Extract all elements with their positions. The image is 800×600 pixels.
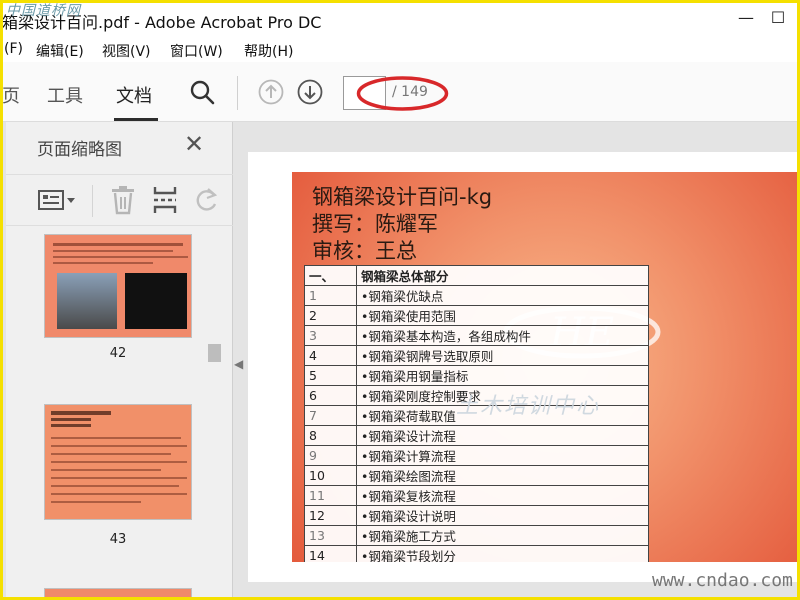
row-number: 2 [304,305,357,326]
training-watermark: 土木培训中心 [456,394,601,419]
row-number: 6 [304,385,357,406]
red-highlight-ellipse [356,76,449,111]
row-text: •钢箱梁设计说明 [356,505,649,526]
row-number: 14 [304,545,357,562]
row-text: •钢箱梁使用范围 [356,305,649,326]
prev-page-icon[interactable] [258,79,284,109]
site-watermark: 中国道桥网 [6,3,81,19]
table-row: 10 •钢箱梁绘图流程 [304,465,649,486]
row-text: •钢箱梁计算流程 [356,445,649,466]
menu-view[interactable]: 视图(V) [102,41,151,61]
thumbnail-page-42[interactable] [44,234,192,338]
row-number: 3 [304,325,357,346]
row-number: 10 [304,465,357,486]
next-page-icon[interactable] [297,79,323,109]
row-number: 12 [304,505,357,526]
table-row: 14 •钢箱梁节段划分 [304,545,649,562]
table-row: 4 •钢箱梁钢牌号选取原则 [304,345,649,366]
panel-title: 页面缩略图 [37,140,122,160]
row-number: 7 [304,405,357,426]
table-header-text: 钢箱梁总体部分 [356,265,649,286]
row-text: •钢箱梁基本构造，各组成构件 [356,325,649,346]
close-icon[interactable]: ✕ [184,132,204,156]
row-number: 5 [304,365,357,386]
table-row: 12 •钢箱梁设计说明 [304,505,649,526]
thumbnail-panel: 页面缩略图 ✕ 42 43 [0,122,233,600]
row-text: •钢箱梁施工方式 [356,525,649,546]
scrollbar-thumb[interactable] [208,344,221,362]
toolbar: 页 工具 文档 / 149 [0,62,800,122]
table-row: 3 •钢箱梁基本构造，各组成构件 [304,325,649,346]
slide-content: 钢箱梁设计百问-kg 撰写：陈耀军 审核：王总 HE 一、 钢箱梁总体部分 1•… [292,172,800,562]
collapse-panel-icon[interactable]: ◀ [234,357,243,371]
toolbar-separator [92,185,93,217]
table-row: 9 •钢箱梁计算流程 [304,445,649,466]
site-url-watermark: www.cndao.com [652,570,793,591]
table-header-row: 一、 钢箱梁总体部分 [304,265,649,286]
table-row: 8 •钢箱梁设计流程 [304,425,649,446]
tab-home[interactable]: 页 [2,82,20,108]
search-icon[interactable] [189,79,215,109]
thumbnail-label: 42 [109,346,127,361]
title-bar: 箱梁设计百问.pdf - Adobe Acrobat Pro DC 中国道桥网 … [0,0,800,38]
menu-file[interactable]: (F) [4,41,23,57]
row-text: •钢箱梁设计流程 [356,425,649,446]
row-number: 13 [304,525,357,546]
table-row: 1 •钢箱梁优缺点 [304,285,649,306]
trash-icon[interactable] [110,185,136,219]
row-text: •钢箱梁优缺点 [356,285,649,306]
row-number: 9 [304,445,357,466]
row-text: •钢箱梁复核流程 [356,485,649,506]
table-row: 11 •钢箱梁复核流程 [304,485,649,506]
row-text: •钢箱梁绘图流程 [356,465,649,486]
table-row: 2 •钢箱梁使用范围 [304,305,649,326]
tab-tools[interactable]: 工具 [47,82,83,108]
slide-title: 钢箱梁设计百问-kg 撰写：陈耀军 审核：王总 [312,184,492,265]
slide-reviewer-line: 审核：王总 [312,239,417,263]
row-text: •钢箱梁节段划分 [356,545,649,562]
table-row: 13 •钢箱梁施工方式 [304,525,649,546]
thumbnail-label: 43 [109,532,127,547]
row-number: 4 [304,345,357,366]
table-header-num: 一、 [304,265,357,286]
row-text: •钢箱梁钢牌号选取原则 [356,345,649,366]
minimize-icon[interactable]: — [734,6,758,30]
options-menu-icon[interactable] [38,189,76,215]
slide-title-line: 钢箱梁设计百问-kg [312,185,493,209]
row-number: 11 [304,485,357,506]
row-number: 8 [304,425,357,446]
insert-page-icon[interactable] [152,185,178,219]
table-row: 5 •钢箱梁用钢量指标 [304,365,649,386]
row-text: •钢箱梁用钢量指标 [356,365,649,386]
maximize-icon[interactable]: ☐ [766,6,790,30]
tab-document[interactable]: 文档 [116,82,152,108]
menu-help[interactable]: 帮助(H) [244,41,293,61]
thumbnail-page-43[interactable] [44,404,192,520]
menu-edit[interactable]: 编辑(E) [36,41,84,61]
menu-bar: (F) 编辑(E) 视图(V) 窗口(W) 帮助(H) [0,38,800,62]
active-tab-indicator [114,118,158,121]
toolbar-separator [237,76,238,110]
row-number: 1 [304,285,357,306]
slide-author-line: 撰写：陈耀军 [312,212,438,236]
menu-window[interactable]: 窗口(W) [170,41,223,61]
thumbnail-page-partial[interactable] [44,588,192,600]
thumbnail-toolbar [6,174,233,226]
